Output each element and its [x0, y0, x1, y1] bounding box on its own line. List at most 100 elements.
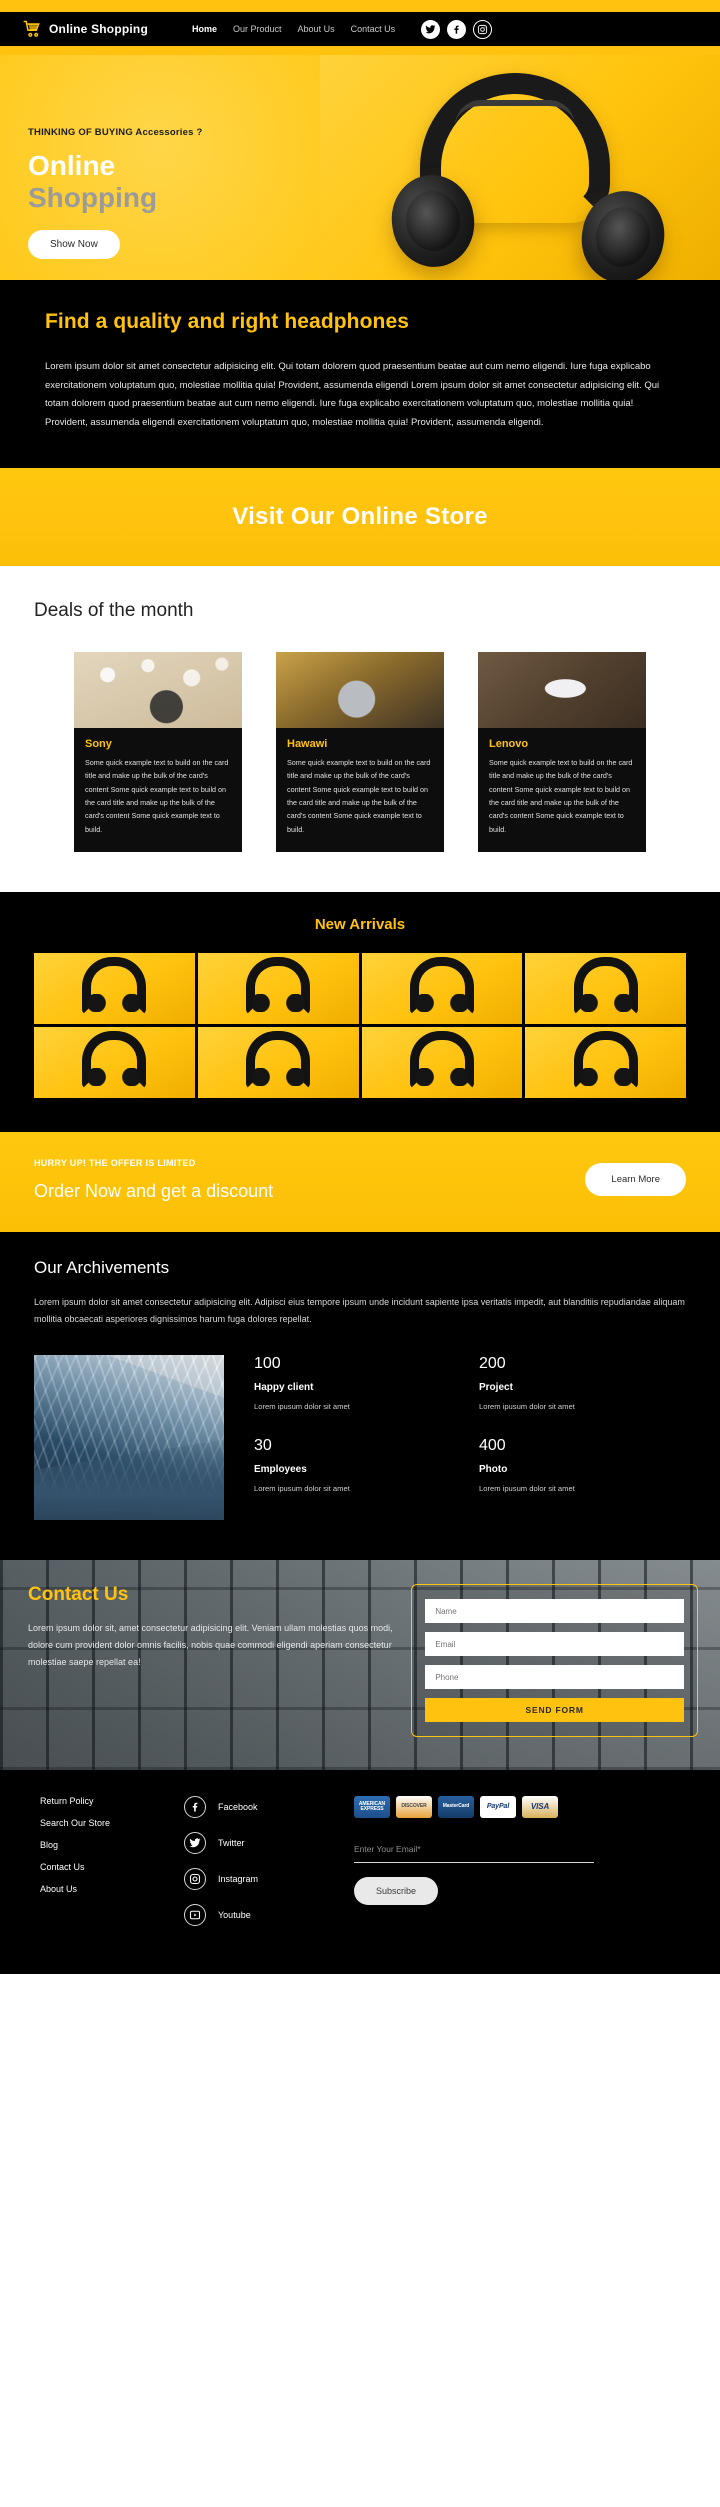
stat-item: 30 Employees Lorem ipusum dolor sit amet: [254, 1437, 461, 1493]
instagram-icon[interactable]: [473, 19, 493, 39]
facebook-icon[interactable]: [447, 19, 467, 39]
footer-social-twitter[interactable]: Twitter: [184, 1832, 344, 1855]
footer-social-facebook[interactable]: Facebook: [184, 1796, 344, 1819]
newsletter-input[interactable]: Enter Your Email*: [354, 1844, 696, 1854]
offer-banner: HURRY UP! THE OFFER IS LIMITED Order Now…: [0, 1131, 720, 1232]
arrival-tile[interactable]: [197, 1026, 359, 1098]
nav-link-home[interactable]: Home: [192, 24, 217, 34]
stat-number: 200: [479, 1355, 506, 1373]
learn-more-button[interactable]: Learn More: [585, 1163, 686, 1197]
arrival-tile[interactable]: [525, 952, 686, 1024]
paypal-card-icon: PayPal: [480, 1796, 516, 1819]
new-arrivals-title: New Arrivals: [314, 915, 406, 933]
visit-store-banner[interactable]: Visit Our Online Store: [0, 468, 720, 567]
brand-logo[interactable]: Online Shopping: [22, 19, 148, 39]
footer-link-about-us[interactable]: About Us: [40, 1884, 174, 1894]
instagram-icon: [184, 1868, 206, 1891]
nav-link-our-product[interactable]: Our Product: [233, 24, 282, 34]
stat-label: Project: [479, 1382, 513, 1394]
footer-link-search-our-store[interactable]: Search Our Store: [40, 1818, 174, 1828]
deal-card-title: Lenovo: [489, 738, 529, 751]
footer-link-contact-us[interactable]: Contact Us: [40, 1862, 174, 1872]
email-input[interactable]: [425, 1632, 684, 1657]
stat-item: 200 Project Lorem ipusum dolor sit amet: [479, 1355, 686, 1411]
arrival-tile[interactable]: [197, 952, 359, 1024]
twitter-icon[interactable]: [421, 19, 441, 39]
deal-card-body: Sony Some quick example text to build on…: [74, 728, 242, 852]
contact-copy: Contact Us Lorem ipsum dolor sit, amet c…: [28, 1584, 393, 1737]
deal-card-body: Lenovo Some quick example text to build …: [478, 728, 646, 852]
nav-links: Home Our Product About Us Contact Us: [192, 24, 395, 34]
facebook-icon: [184, 1796, 206, 1819]
navbar-bottom-strip: [0, 46, 720, 55]
new-arrivals-section: New Arrivals: [0, 891, 720, 1132]
deal-card-image: [478, 652, 646, 729]
offer-kicker: HURRY UP! THE OFFER IS LIMITED: [34, 1157, 196, 1168]
nav-link-contact-us[interactable]: Contact Us: [351, 24, 396, 34]
footer-social-instagram[interactable]: Instagram: [184, 1868, 344, 1891]
new-arrivals-grid: [0, 952, 720, 1098]
deal-card-body: Hawawi Some quick example text to build …: [276, 728, 444, 852]
contact-inner: Contact Us Lorem ipsum dolor sit, amet c…: [0, 1560, 720, 1738]
send-form-button[interactable]: SEND FORM: [425, 1698, 684, 1723]
hero-copy: THINKING OF BUYING Accessories ? Online …: [0, 55, 720, 260]
payment-methods: AMERICAN EXPRESS DISCOVER MasterCard Pay…: [354, 1796, 696, 1819]
footer-link-return-policy[interactable]: Return Policy: [40, 1796, 174, 1806]
nav-link-about-us[interactable]: About Us: [298, 24, 335, 34]
navbar-social-links: [421, 19, 493, 39]
hero-title-line2: Shopping: [28, 182, 158, 214]
footer-social-label: Twitter: [218, 1838, 245, 1849]
footer-link-blog[interactable]: Blog: [40, 1840, 174, 1850]
hero-title-line1: Online: [28, 150, 116, 181]
hero-section: THINKING OF BUYING Accessories ? Online …: [0, 55, 720, 280]
deal-card-title: Sony: [85, 738, 112, 751]
subscribe-button[interactable]: Subscribe: [354, 1877, 439, 1906]
deals-title: Deals of the month: [34, 600, 194, 622]
offer-title: Order Now and get a discount: [34, 1180, 274, 1201]
arrival-tile[interactable]: [361, 1026, 523, 1098]
deal-card-text: Some quick example text to build on the …: [287, 758, 431, 834]
deal-card-title: Hawawi: [287, 738, 328, 751]
deal-card-image: [276, 652, 444, 729]
stat-number: 30: [254, 1437, 272, 1455]
stat-sub: Lorem ipusum dolor sit amet: [479, 1402, 575, 1412]
stat-item: 100 Happy client Lorem ipusum dolor sit …: [254, 1355, 461, 1411]
visit-store-text: Visit Our Online Store: [232, 503, 488, 531]
deal-card[interactable]: Sony Some quick example text to build on…: [74, 652, 242, 852]
phone-input[interactable]: [425, 1665, 684, 1690]
contact-form: SEND FORM: [411, 1584, 698, 1738]
stat-item: 400 Photo Lorem ipusum dolor sit amet: [479, 1437, 686, 1493]
name-input[interactable]: [425, 1599, 684, 1624]
achievements-section: Our Archivements Lorem ipsum dolor sit a…: [0, 1231, 720, 1561]
footer-social-youtube[interactable]: Youtube: [184, 1904, 344, 1927]
deal-card-text: Some quick example text to build on the …: [85, 758, 229, 834]
stat-number: 400: [479, 1437, 506, 1455]
arrival-tile[interactable]: [525, 1026, 686, 1098]
footer-payments-column: AMERICAN EXPRESS DISCOVER MasterCard Pay…: [354, 1796, 696, 1940]
intro-body: Lorem ipsum dolor sit amet consectetur a…: [45, 361, 660, 428]
footer: Return Policy Search Our Store Blog Cont…: [0, 1770, 720, 1975]
stat-label: Employees: [254, 1464, 307, 1476]
footer-links-column: Return Policy Search Our Store Blog Cont…: [24, 1796, 174, 1940]
top-accent-strip: [0, 0, 720, 12]
achievements-stats: 100 Happy client Lorem ipusum dolor sit …: [254, 1355, 686, 1493]
stat-number: 100: [254, 1355, 281, 1373]
stat-sub: Lorem ipusum dolor sit amet: [254, 1484, 350, 1494]
arrival-tile[interactable]: [34, 952, 195, 1024]
contact-section: Contact Us Lorem ipsum dolor sit, amet c…: [0, 1560, 720, 1771]
contact-body: Lorem ipsum dolor sit, amet consectetur …: [28, 1623, 393, 1668]
stat-label: Photo: [479, 1464, 508, 1476]
achievements-building-image: [34, 1355, 224, 1521]
hero-kicker: THINKING OF BUYING Accessories ?: [28, 127, 203, 138]
newsletter-underline: [354, 1862, 594, 1864]
visa-card-icon: VISA: [522, 1796, 558, 1819]
deal-card[interactable]: Lenovo Some quick example text to build …: [478, 652, 646, 852]
show-now-button[interactable]: Show Now: [28, 230, 120, 260]
achievements-row: 100 Happy client Lorem ipusum dolor sit …: [34, 1355, 686, 1521]
arrival-tile[interactable]: [361, 952, 523, 1024]
deal-card[interactable]: Hawawi Some quick example text to build …: [276, 652, 444, 852]
arrival-tile[interactable]: [34, 1026, 195, 1098]
youtube-icon: [184, 1904, 206, 1927]
deal-card-image: [74, 652, 242, 729]
intro-section: Find a quality and right headphones Lore…: [0, 280, 720, 469]
